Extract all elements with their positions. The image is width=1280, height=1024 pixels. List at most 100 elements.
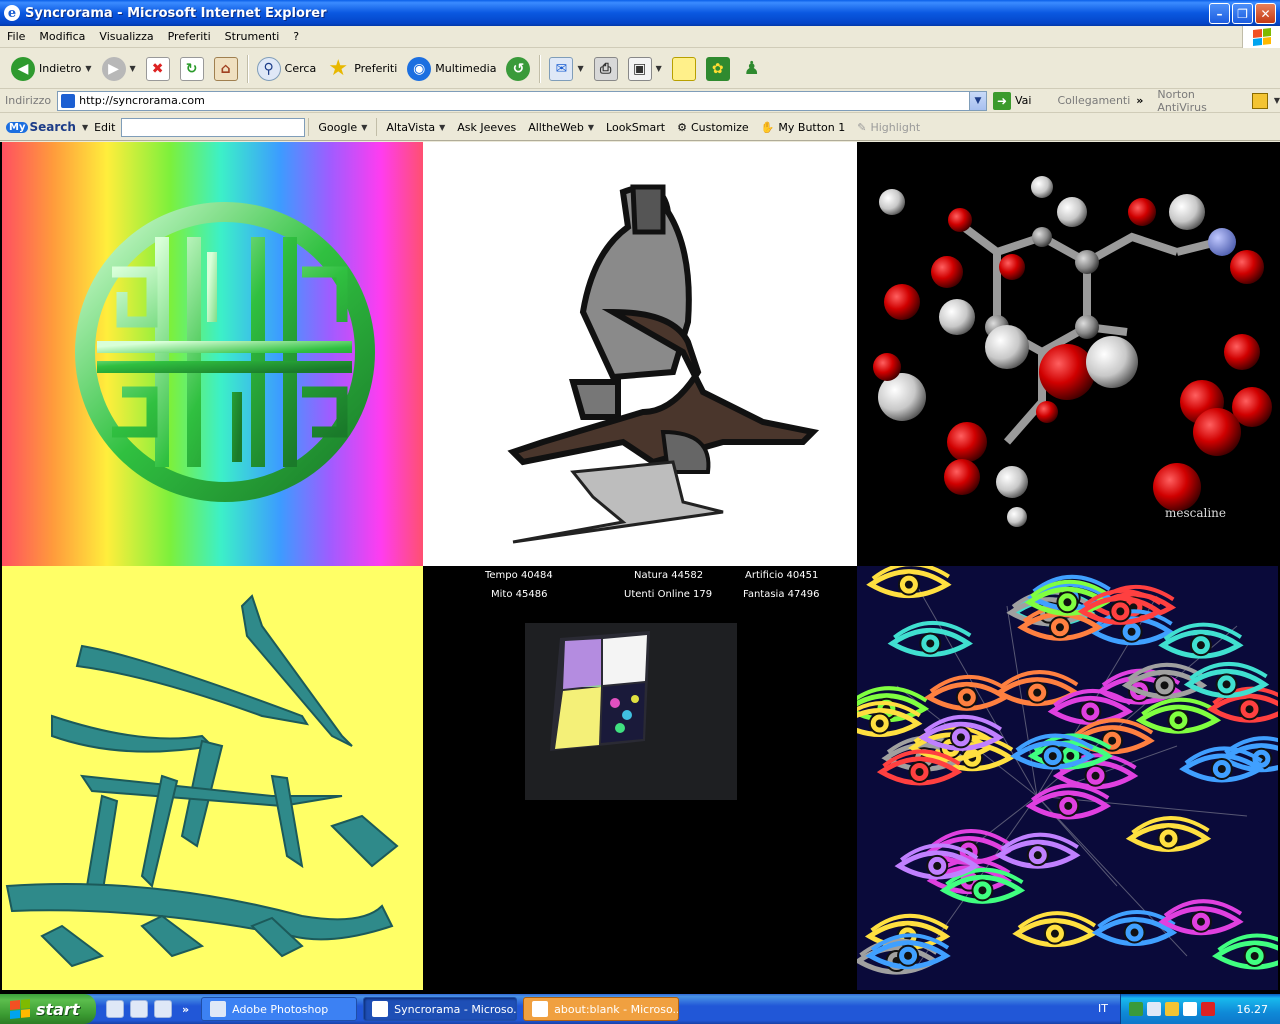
clock[interactable]: 16.27 (1237, 1003, 1269, 1016)
highlight-button[interactable]: ✎ Highlight (851, 121, 926, 134)
menu-help[interactable]: ? (286, 30, 306, 43)
back-dropdown-icon[interactable]: ▼ (85, 64, 91, 73)
task-photoshop[interactable]: Adobe Photoshop (201, 997, 358, 1021)
warning-tray-icon[interactable] (1183, 1002, 1197, 1016)
forward-dropdown-icon[interactable]: ▼ (130, 64, 136, 73)
mail-button[interactable]: ✉ ▼ (544, 52, 588, 86)
molecule-tile[interactable]: mescaline (857, 142, 1278, 566)
menu-favorites[interactable]: Preferiti (161, 30, 218, 43)
window-title: Syncrorama - Microsoft Internet Explorer (25, 5, 327, 21)
print-button[interactable]: ⎙ (589, 52, 623, 86)
norton-dropdown-icon[interactable]: ▼ (1274, 96, 1280, 105)
back-arrow-icon: ◀ (11, 56, 35, 81)
address-input[interactable]: http://syncrorama.com ▼ (57, 90, 987, 111)
eyes-collage-image (857, 566, 1278, 975)
edit-button[interactable]: Edit (88, 121, 121, 134)
google-dropdown-icon[interactable]: ▼ (361, 123, 367, 132)
ie-app-icon[interactable]: e (4, 5, 20, 21)
altavista-button[interactable]: AltaVista ▼ (380, 121, 451, 134)
mysearch-input[interactable] (121, 117, 306, 137)
favorites-label: Preferiti (354, 62, 398, 75)
molecule-caption: mescaline (1164, 506, 1226, 520)
customize-label: Customize (690, 120, 749, 134)
norton-icon[interactable] (1252, 92, 1268, 109)
favorites-button[interactable]: ★ Preferiti (321, 52, 402, 86)
menu-file[interactable]: File (0, 30, 32, 43)
links-label[interactable]: Collegamenti (1057, 94, 1130, 107)
google-button[interactable]: Google ▼ (312, 121, 373, 134)
my-button-1[interactable]: ✋ My Button 1 (755, 121, 852, 134)
ie-task-icon (372, 1001, 389, 1017)
task-about-blank[interactable]: about:blank - Microso... (523, 997, 680, 1021)
stat-tempo[interactable]: Tempo 40484 (485, 570, 553, 581)
alltheweb-button[interactable]: AlltheWeb ▼ (522, 121, 600, 134)
search-button[interactable]: ⚲ Cerca (252, 52, 322, 86)
go-button[interactable]: ➜ Vai (992, 91, 1031, 110)
calligraphy-tile[interactable] (2, 566, 423, 990)
language-indicator[interactable]: IT (1098, 1002, 1108, 1015)
notes-button[interactable] (667, 52, 701, 86)
messenger-icon: ♟ (743, 58, 760, 79)
ie-quicklaunch-icon[interactable] (106, 1000, 124, 1018)
messenger-tray-icon[interactable] (1147, 1002, 1161, 1016)
standard-toolbar: ◀ Indietro ▼ ▶ ▼ ✖ ↻ ⌂ ⚲ Cerca ★ Preferi… (0, 49, 1280, 89)
address-dropdown-icon[interactable]: ▼ (968, 91, 986, 110)
task-about-blank-label: about:blank - Microso... (554, 1002, 680, 1016)
start-button[interactable]: start (0, 994, 96, 1024)
mysearch-logo[interactable]: My Search ▼ (6, 120, 88, 134)
eye-shape (1158, 622, 1244, 659)
menu-edit[interactable]: Modifica (32, 30, 92, 43)
task-syncrorama[interactable]: Syncrorama - Microso... (363, 997, 518, 1021)
history-button[interactable]: ↺ (501, 52, 535, 86)
looksmart-button[interactable]: LookSmart (600, 121, 671, 134)
edit-dropdown-icon[interactable]: ▼ (656, 64, 662, 73)
eye-shape (1012, 911, 1098, 948)
edit-page-button[interactable]: ▣ ▼ (623, 52, 667, 86)
customize-button[interactable]: ⚙ Customize (671, 121, 755, 134)
mysearch-prefix: My (6, 121, 29, 133)
photoshop-quicklaunch-icon[interactable] (130, 1000, 148, 1018)
ati-tray-icon[interactable] (1201, 1002, 1215, 1016)
rainbow-symbol-tile[interactable] (2, 142, 423, 566)
altavista-dropdown-icon[interactable]: ▼ (439, 123, 445, 132)
forward-button[interactable]: ▶ ▼ (97, 52, 141, 86)
stat-fantasia[interactable]: Fantasia 47496 (743, 589, 819, 600)
eyes-pattern-tile[interactable] (857, 566, 1278, 990)
stat-natura[interactable]: Natura 44582 (634, 570, 703, 581)
messenger-button[interactable]: ♟ (735, 52, 769, 86)
mail-dropdown-icon[interactable]: ▼ (577, 64, 583, 73)
stat-mito[interactable]: Mito 45486 (491, 589, 547, 600)
norton-tray-icon[interactable] (1165, 1002, 1179, 1016)
stop-icon: ✖ (145, 56, 170, 81)
sticky-note-icon (671, 56, 696, 81)
links-chevron-icon[interactable]: » (1136, 94, 1143, 107)
norton-antivirus-label[interactable]: Norton AntiVirus (1157, 88, 1246, 114)
refresh-button[interactable]: ↻ (175, 52, 209, 86)
home-button[interactable]: ⌂ (209, 52, 243, 86)
back-button[interactable]: ◀ Indietro ▼ (6, 52, 97, 86)
askjeeves-button[interactable]: Ask Jeeves (451, 121, 522, 134)
quicklaunch-chevron-icon[interactable]: » (182, 1003, 189, 1016)
screen-photo-thumbnail[interactable] (525, 623, 737, 800)
desktop-quicklaunch-icon[interactable] (154, 1000, 172, 1018)
eye-shape (995, 832, 1081, 869)
stop-button[interactable]: ✖ (141, 52, 175, 86)
menu-tools[interactable]: Strumenti (218, 30, 287, 43)
quick-launch: » (106, 1000, 189, 1018)
page-icon (61, 93, 76, 108)
figure-illustration-tile[interactable] (423, 142, 857, 566)
forward-arrow-icon: ▶ (101, 56, 126, 81)
media-button[interactable]: ◉ Multimedia (402, 52, 501, 86)
maximize-button[interactable]: ❐ (1232, 3, 1253, 24)
page-content: mescaline Tempo 40484 Natura 44582 Artif… (0, 142, 1280, 994)
icq-button[interactable]: ✿ (701, 52, 735, 86)
alltheweb-dropdown-icon[interactable]: ▼ (588, 123, 594, 132)
menu-view[interactable]: Visualizza (92, 30, 160, 43)
close-button[interactable]: ✕ (1255, 3, 1276, 24)
stat-artificio[interactable]: Artificio 40451 (745, 570, 818, 581)
star-icon: ★ (328, 56, 349, 81)
gear-icon: ⚙ (677, 120, 687, 134)
edit-page-icon: ▣ (627, 56, 652, 81)
network-tray-icon[interactable] (1129, 1002, 1143, 1016)
minimize-button[interactable]: – (1209, 3, 1230, 24)
